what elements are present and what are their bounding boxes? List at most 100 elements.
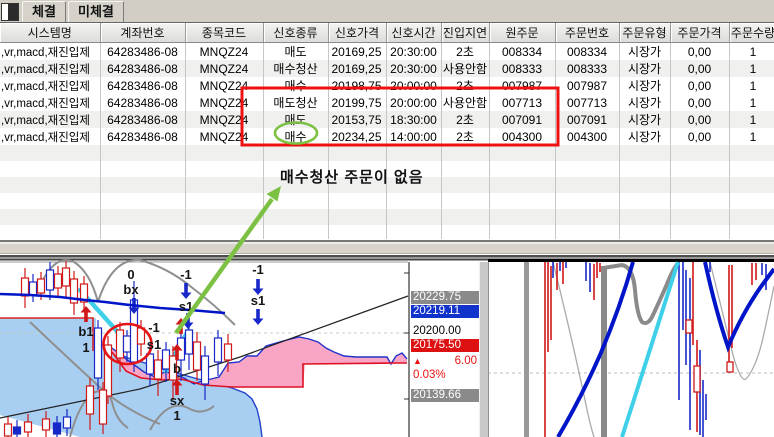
column-header[interactable]: 신호시간 bbox=[386, 23, 441, 43]
window-split-icon[interactable] bbox=[1, 3, 19, 21]
table-cell[interactable]: 2초 bbox=[441, 43, 489, 61]
horizontal-splitter[interactable] bbox=[0, 239, 774, 259]
table-cell[interactable]: 64283486-08 bbox=[100, 43, 185, 61]
table-cell[interactable]: 시장가 bbox=[619, 77, 670, 94]
table-cell[interactable]: ,vr,macd,재진입제 bbox=[0, 43, 100, 61]
table-cell[interactable]: 매수 bbox=[263, 77, 328, 94]
table-cell[interactable]: ,vr,macd,재진입제 bbox=[0, 77, 100, 94]
table-cell[interactable]: 20:00:00 bbox=[386, 77, 441, 94]
ma-value-label: 20219.11 bbox=[411, 305, 479, 318]
table-cell[interactable]: 008334 bbox=[555, 43, 619, 61]
column-header[interactable]: 시스템명 bbox=[0, 23, 100, 43]
table-cell[interactable]: 20:30:00 bbox=[386, 43, 441, 61]
table-cell[interactable]: 시장가 bbox=[619, 111, 670, 128]
table-cell[interactable]: 008333 bbox=[555, 60, 619, 77]
column-header[interactable]: 주문수량 bbox=[729, 23, 774, 43]
table-cell[interactable]: 0,00 bbox=[670, 77, 729, 94]
table-row[interactable]: ,vr,macd,재진입제64283486-08MNQZ24매도청산20199,… bbox=[0, 94, 774, 111]
tab-bar: 체결 미체결 bbox=[0, 0, 774, 23]
table-row[interactable]: ,vr,macd,재진입제64283486-08MNQZ24매도20153,75… bbox=[0, 111, 774, 128]
table-cell[interactable]: 0,00 bbox=[670, 60, 729, 77]
table-cell[interactable]: 004300 bbox=[489, 128, 555, 145]
table-cell[interactable]: 20169,25 bbox=[328, 43, 386, 61]
table-cell[interactable]: 18:30:00 bbox=[386, 111, 441, 128]
table-cell[interactable]: MNQZ24 bbox=[185, 77, 263, 94]
table-cell[interactable]: 0,00 bbox=[670, 43, 729, 61]
table-cell[interactable]: 매수청산 bbox=[263, 60, 328, 77]
table-cell[interactable]: 007713 bbox=[555, 94, 619, 111]
column-header[interactable]: 원주문 bbox=[489, 23, 555, 43]
table-cell[interactable]: 시장가 bbox=[619, 43, 670, 61]
table-cell[interactable]: MNQZ24 bbox=[185, 60, 263, 77]
table-cell[interactable]: 시장가 bbox=[619, 60, 670, 77]
table-cell[interactable]: ,vr,macd,재진입제 bbox=[0, 94, 100, 111]
table-cell[interactable]: MNQZ24 bbox=[185, 43, 263, 61]
tab-unfilled-orders[interactable]: 미체결 bbox=[68, 1, 124, 22]
column-header[interactable]: 신호종류 bbox=[263, 23, 328, 43]
table-cell[interactable]: 007091 bbox=[555, 111, 619, 128]
table-cell[interactable]: 1 bbox=[729, 128, 774, 145]
table-cell[interactable]: 1 bbox=[729, 60, 774, 77]
table-cell[interactable]: 64283486-08 bbox=[100, 77, 185, 94]
table-cell[interactable]: ,vr,macd,재진입제 bbox=[0, 60, 100, 77]
order-table[interactable]: 시스템명계좌번호종목코드신호종류신호가격신호시간진입지연원주문주문번호주문유형주… bbox=[0, 23, 774, 240]
table-cell[interactable]: MNQZ24 bbox=[185, 111, 263, 128]
table-cell[interactable]: 매도 bbox=[263, 111, 328, 128]
table-cell[interactable]: 시장가 bbox=[619, 128, 670, 145]
table-cell[interactable]: 64283486-08 bbox=[100, 128, 185, 145]
table-cell[interactable]: 1 bbox=[729, 94, 774, 111]
table-cell[interactable]: 매수 bbox=[263, 128, 328, 145]
table-row[interactable]: ,vr,macd,재진입제64283486-08MNQZ24매수20234,25… bbox=[0, 128, 774, 145]
table-cell[interactable]: 007987 bbox=[555, 77, 619, 94]
table-cell[interactable]: 1 bbox=[729, 43, 774, 61]
chart-area[interactable] bbox=[0, 259, 774, 437]
table-cell[interactable]: 64283486-08 bbox=[100, 94, 185, 111]
table-cell[interactable]: 0,00 bbox=[670, 128, 729, 145]
tab-filled-orders[interactable]: 체결 bbox=[22, 1, 66, 22]
column-header[interactable]: 주문가격 bbox=[670, 23, 729, 43]
table-cell[interactable]: 007091 bbox=[489, 111, 555, 128]
table-cell[interactable]: 20234,25 bbox=[328, 128, 386, 145]
table-cell[interactable]: 20198,75 bbox=[328, 77, 386, 94]
table-row[interactable]: ,vr,macd,재진입제64283486-08MNQZ24매수20198,75… bbox=[0, 77, 774, 94]
table-cell[interactable]: 64283486-08 bbox=[100, 60, 185, 77]
table-cell[interactable]: 004300 bbox=[555, 128, 619, 145]
column-header[interactable]: 신호가격 bbox=[328, 23, 386, 43]
column-header[interactable]: 진입지연 bbox=[441, 23, 489, 43]
table-cell[interactable]: 매도 bbox=[263, 43, 328, 61]
table-cell[interactable]: ,vr,macd,재진입제 bbox=[0, 111, 100, 128]
table-cell[interactable]: 20153,75 bbox=[328, 111, 386, 128]
table-cell[interactable]: 0,00 bbox=[670, 111, 729, 128]
column-header[interactable]: 종목코드 bbox=[185, 23, 263, 43]
table-cell[interactable]: 매도청산 bbox=[263, 94, 328, 111]
table-cell[interactable]: 사용안함 bbox=[441, 60, 489, 77]
table-cell[interactable]: 1 bbox=[729, 111, 774, 128]
table-cell[interactable]: 20:30:00 bbox=[386, 60, 441, 77]
table-cell[interactable]: 1 bbox=[729, 77, 774, 94]
table-cell[interactable]: 20:00:00 bbox=[386, 94, 441, 111]
table-cell[interactable]: 20169,25 bbox=[328, 60, 386, 77]
table-cell[interactable]: 사용안함 bbox=[441, 94, 489, 111]
table-cell[interactable]: 2초 bbox=[441, 77, 489, 94]
table-cell[interactable]: 008334 bbox=[489, 43, 555, 61]
table-cell[interactable]: MNQZ24 bbox=[185, 94, 263, 111]
table-row[interactable]: ,vr,macd,재진입제64283486-08MNQZ24매도20169,25… bbox=[0, 43, 774, 61]
table-cell[interactable]: 007713 bbox=[489, 94, 555, 111]
table-cell[interactable]: 시장가 bbox=[619, 94, 670, 111]
table-cell[interactable]: 20199,75 bbox=[328, 94, 386, 111]
table-cell[interactable]: 007987 bbox=[489, 77, 555, 94]
column-header[interactable]: 주문번호 bbox=[555, 23, 619, 43]
column-header[interactable]: 계좌번호 bbox=[100, 23, 185, 43]
table-cell[interactable]: 008333 bbox=[489, 60, 555, 77]
table-cell[interactable]: 64283486-08 bbox=[100, 111, 185, 128]
table-cell[interactable]: 2초 bbox=[441, 128, 489, 145]
table-cell[interactable]: 0,00 bbox=[670, 94, 729, 111]
table-cell[interactable]: MNQZ24 bbox=[185, 128, 263, 145]
table-row[interactable]: ,vr,macd,재진입제64283486-08MNQZ24매수청산20169,… bbox=[0, 60, 774, 77]
table-cell[interactable]: 2초 bbox=[441, 111, 489, 128]
trading-app-window: { "window": { "tabs": [ {"label": "체결", … bbox=[0, 0, 774, 437]
column-header[interactable]: 주문유형 bbox=[619, 23, 670, 43]
table-cell[interactable]: 14:00:00 bbox=[386, 128, 441, 145]
panel-separator[interactable] bbox=[479, 262, 489, 437]
table-cell[interactable]: ,vr,macd,재진입제 bbox=[0, 128, 100, 145]
